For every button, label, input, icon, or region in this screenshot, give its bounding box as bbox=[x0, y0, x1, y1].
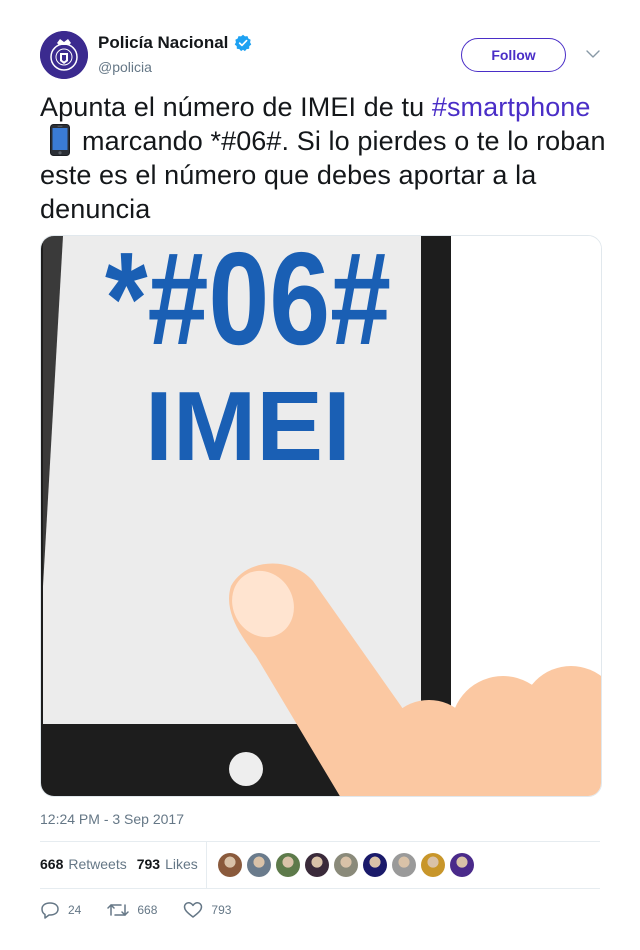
divider bbox=[40, 888, 600, 889]
retweet-count: 668 bbox=[137, 903, 158, 917]
retweet-button[interactable]: 668 bbox=[107, 902, 157, 918]
verified-badge-icon bbox=[235, 34, 252, 52]
liker-avatar[interactable] bbox=[305, 853, 329, 877]
retweets-count[interactable]: 668 bbox=[40, 856, 63, 872]
chevron-down-icon[interactable] bbox=[585, 46, 601, 62]
stats-separator bbox=[206, 842, 207, 888]
liker-avatar[interactable] bbox=[334, 853, 358, 877]
hashtag-link[interactable]: #smartphone bbox=[432, 92, 591, 122]
policia-emblem-icon bbox=[40, 31, 88, 79]
imei-code-text: *#06# bbox=[105, 236, 391, 372]
divider bbox=[40, 841, 600, 842]
tweet-stats: 668 Retweets 793 Likes bbox=[40, 852, 208, 876]
tweet-media-image[interactable]: *#06# IMEI bbox=[40, 235, 602, 797]
imei-illustration: *#06# IMEI bbox=[41, 236, 601, 796]
retweet-icon bbox=[107, 904, 130, 916]
mobile-phone-icon bbox=[50, 124, 70, 156]
heart-icon bbox=[184, 902, 203, 918]
tweet-actions: 24 668 793 bbox=[40, 900, 257, 920]
imei-caption-text: IMEI bbox=[145, 371, 351, 481]
liker-avatar[interactable] bbox=[450, 853, 474, 877]
liker-avatars bbox=[218, 853, 474, 877]
like-button[interactable]: 793 bbox=[183, 901, 231, 919]
tweet-header: Policía Nacional @policia Follow bbox=[40, 31, 600, 79]
tweet-text: Apunta el número de IMEI de tu #smartpho… bbox=[40, 90, 606, 226]
liker-avatar[interactable] bbox=[392, 853, 416, 877]
liker-avatar[interactable] bbox=[363, 853, 387, 877]
reply-button[interactable]: 24 bbox=[40, 901, 81, 919]
tweet-timestamp[interactable]: 12:24 PM - 3 Sep 2017 bbox=[40, 811, 184, 827]
likes-label[interactable]: Likes bbox=[165, 856, 198, 872]
display-name[interactable]: Policía Nacional bbox=[98, 33, 228, 53]
tweet-text-part2: marcando *#06#. Si lo pierdes o te lo ro… bbox=[40, 126, 606, 224]
like-count: 793 bbox=[211, 903, 232, 917]
liker-avatar[interactable] bbox=[421, 853, 445, 877]
tweet-text-part1: Apunta el número de IMEI de tu bbox=[40, 92, 432, 122]
home-button bbox=[229, 752, 263, 786]
name-row: Policía Nacional bbox=[98, 33, 252, 53]
reply-count: 24 bbox=[68, 903, 82, 917]
liker-avatar[interactable] bbox=[218, 853, 242, 877]
liker-avatar[interactable] bbox=[247, 853, 271, 877]
handle[interactable]: @policia bbox=[98, 59, 152, 75]
reply-icon bbox=[41, 902, 59, 919]
liker-avatar[interactable] bbox=[276, 853, 300, 877]
retweets-label[interactable]: Retweets bbox=[68, 856, 126, 872]
follow-button[interactable]: Follow bbox=[461, 38, 566, 72]
avatar[interactable] bbox=[40, 31, 88, 79]
likes-count[interactable]: 793 bbox=[137, 856, 160, 872]
